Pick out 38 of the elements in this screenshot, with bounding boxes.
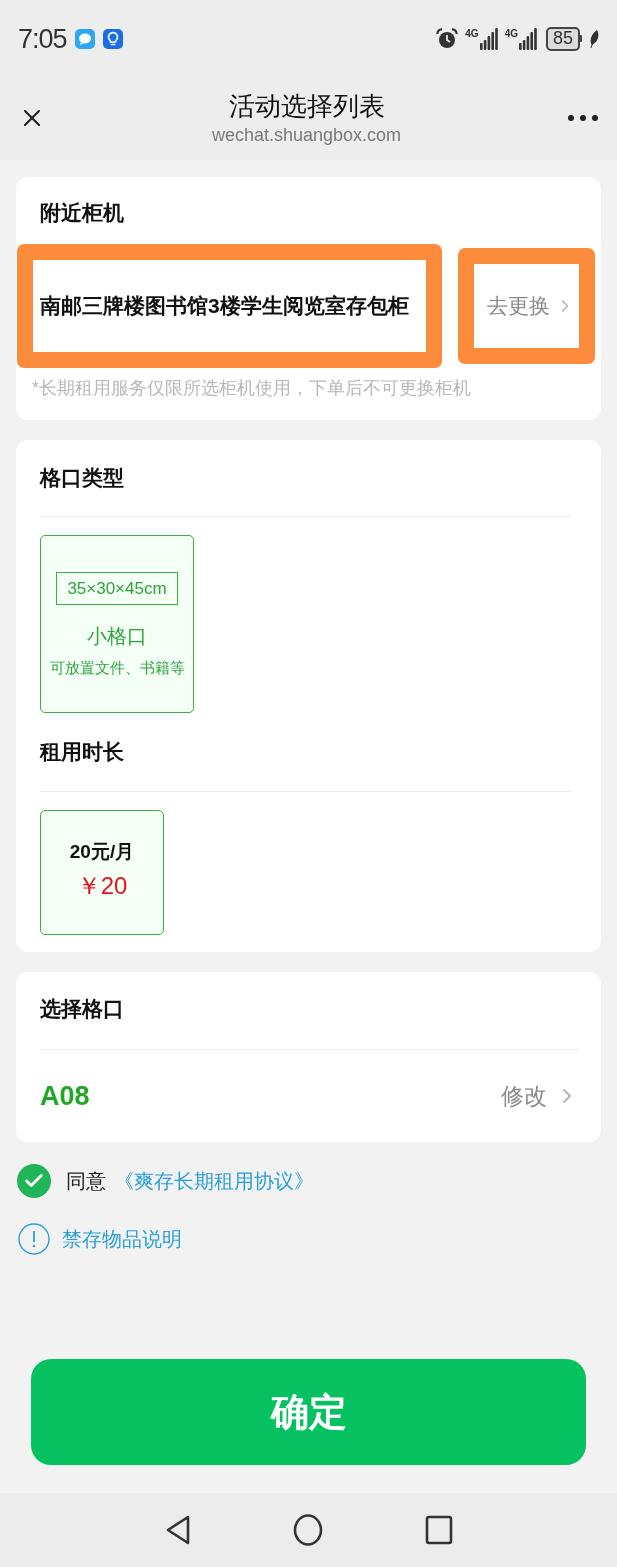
- prohibited-items-link[interactable]: 禁存物品说明: [62, 1224, 182, 1254]
- compartment-description: 可放置文件、书籍等: [49, 658, 185, 678]
- agreement-label: 同意: [66, 1169, 106, 1194]
- locker-name: 南邮三牌楼图书馆3楼学生阅览室存包柜: [40, 293, 409, 320]
- signal-icon: [518, 27, 537, 50]
- battery-level: 85: [545, 26, 580, 51]
- plan-label: 20元/月: [69, 840, 135, 864]
- compartment-name: 小格口: [87, 624, 147, 649]
- page-url: wechat.shuangbox.com: [211, 123, 402, 147]
- slot-number: A08: [40, 1079, 90, 1113]
- agreement-checkbox[interactable]: [17, 1164, 51, 1198]
- network-type-label: 4G: [504, 28, 518, 39]
- alarm-clock-icon: [436, 27, 459, 50]
- rental-plan-option[interactable]: 20元/月 ￥20: [40, 810, 164, 935]
- recent-apps-icon[interactable]: [424, 1515, 453, 1545]
- section-title: 附近柜机: [39, 200, 125, 226]
- lightbulb-app-icon: [102, 28, 123, 49]
- edit-slot-link[interactable]: 修改: [501, 1078, 579, 1114]
- more-dots-icon: [568, 114, 598, 121]
- compartment-type-option[interactable]: 35×30×45cm 小格口 可放置文件、书籍等: [40, 535, 194, 713]
- back-icon[interactable]: [164, 1514, 191, 1546]
- page-title: 活动选择列表: [228, 89, 385, 123]
- info-icon: [18, 1223, 50, 1255]
- message-app-icon: [74, 28, 95, 49]
- locker-note: *长期租用服务仅限所选柜机使用，下单后不可更换柜机: [31, 377, 472, 400]
- signal-icon: [479, 27, 498, 50]
- change-locker-link[interactable]: 去更换: [487, 290, 575, 322]
- status-time: 7:05: [18, 22, 67, 55]
- size-label: 35×30×45cm: [56, 572, 178, 605]
- section-title: 租用时长: [40, 739, 125, 765]
- home-icon[interactable]: [292, 1514, 323, 1546]
- section-title: 格口类型: [40, 465, 125, 491]
- confirm-button[interactable]: 确定: [31, 1359, 586, 1465]
- section-title: 选择格口: [40, 996, 125, 1022]
- leaf-icon: [589, 29, 599, 48]
- agreement-link[interactable]: 《爽存长期租用协议》: [114, 1166, 314, 1196]
- network-type-label: 4G: [465, 28, 479, 39]
- plan-price: ￥20: [76, 871, 128, 901]
